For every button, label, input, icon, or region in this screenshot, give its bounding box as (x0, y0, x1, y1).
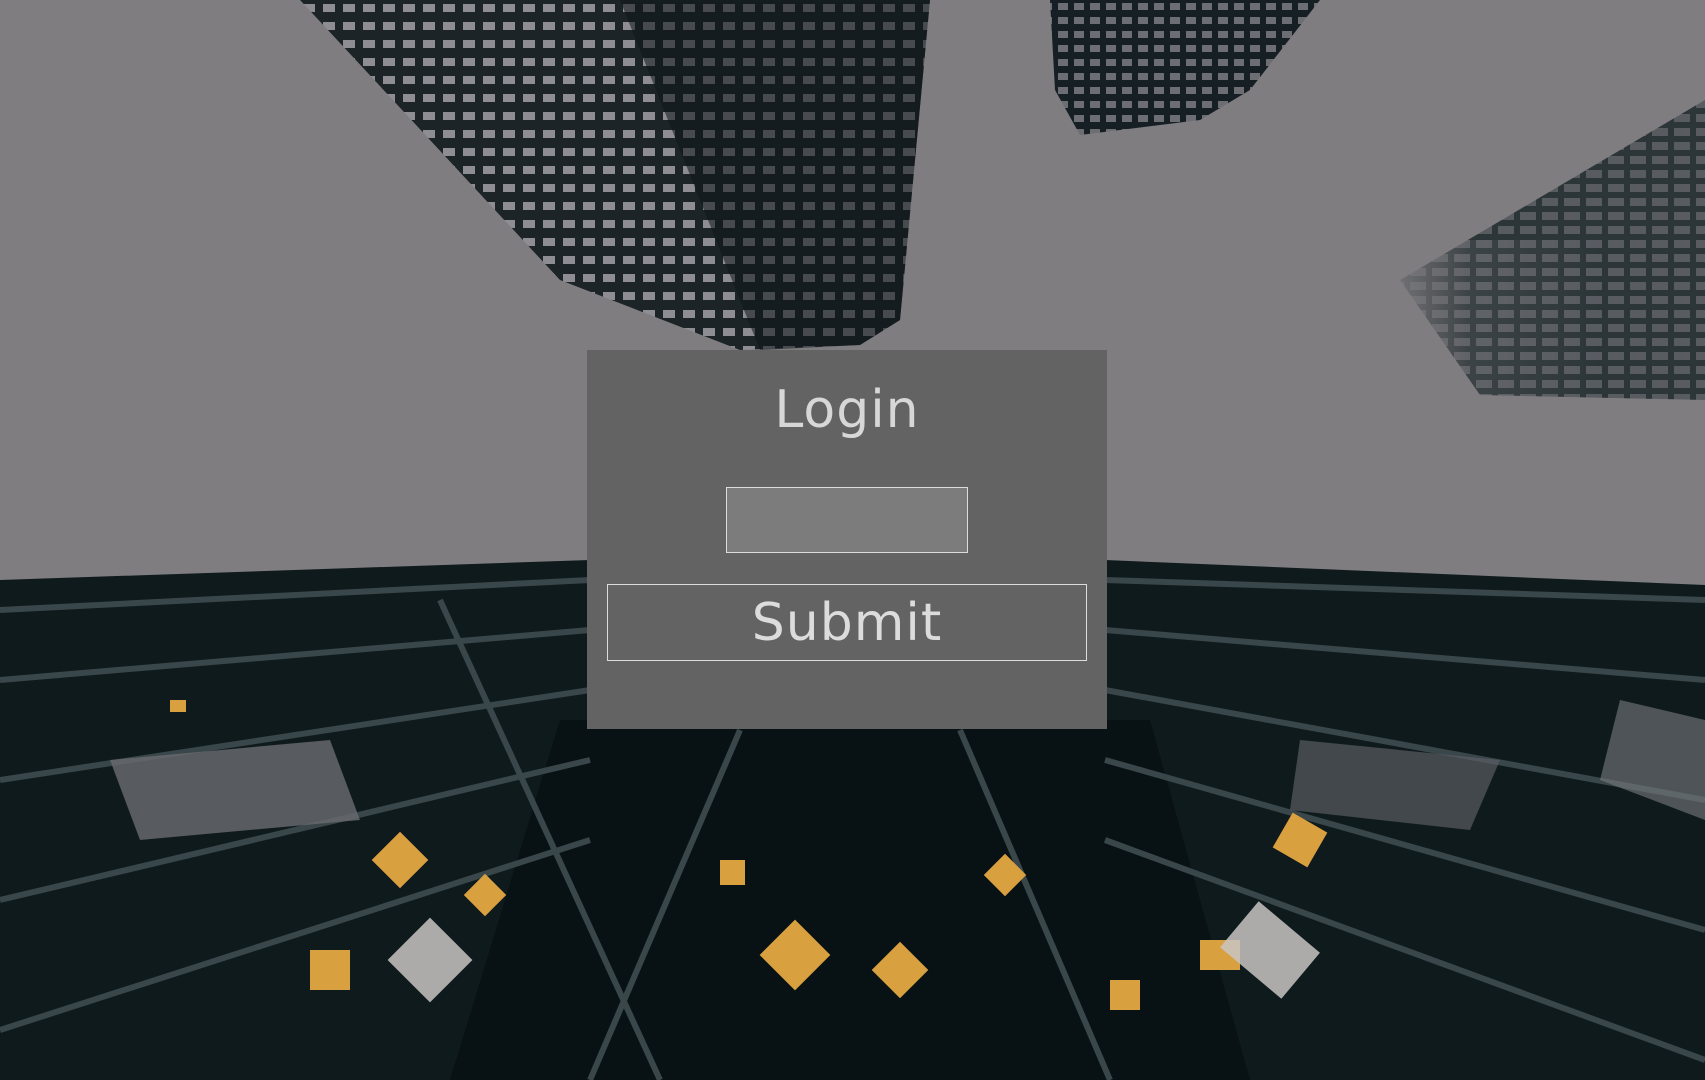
login-panel: Login Submit (587, 350, 1107, 729)
submit-button[interactable]: Submit (607, 584, 1087, 661)
login-input[interactable] (726, 487, 968, 553)
login-title: Login (774, 380, 920, 440)
